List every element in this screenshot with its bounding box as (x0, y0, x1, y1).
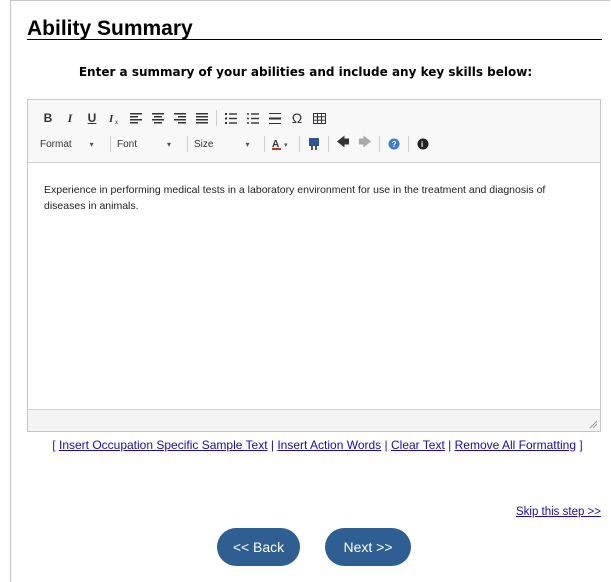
toolbar-separator (216, 110, 217, 126)
toolbar-separator (379, 136, 380, 152)
toolbar-separator (187, 136, 188, 152)
align-justify-icon[interactable] (194, 109, 210, 127)
editor-content-area[interactable]: Experience in performing medical tests i… (44, 182, 584, 214)
undo-icon[interactable]: 🡄 (335, 134, 351, 153)
svg-text:▾: ▾ (284, 142, 288, 149)
size-dropdown[interactable]: Size ▾ (194, 139, 260, 150)
format-dropdown-label: Format (40, 138, 72, 150)
svg-text:i: i (421, 140, 423, 149)
instruction-text: Enter a summary of your abilities and in… (78, 65, 533, 79)
toolbar-separator (264, 136, 265, 152)
page-title: Ability Summary (27, 17, 193, 40)
toolbar-separator (299, 136, 300, 152)
link-separator: | (448, 438, 452, 452)
next-button[interactable]: Next >> (325, 528, 411, 566)
back-button[interactable]: << Back (217, 528, 300, 566)
text-color-icon[interactable]: A ▾ (271, 135, 293, 153)
numbered-list-icon[interactable] (223, 109, 239, 127)
link-separator: | (270, 438, 274, 452)
insert-sample-text-link[interactable]: Insert Occupation Specific Sample Text (59, 438, 268, 452)
chevron-down-icon: ▾ (167, 139, 172, 149)
resize-handle-icon[interactable] (589, 420, 597, 428)
rich-text-editor: B I U Ix Ω Format ▾ Font ▾ Size ▾ A ▾ 🡄 … (27, 99, 601, 432)
chevron-down-icon: ▾ (89, 139, 94, 149)
chevron-down-icon: ▾ (245, 139, 250, 149)
editor-action-links: [ Insert Occupation Specific Sample Text… (50, 437, 585, 454)
skip-step-link[interactable]: Skip this step >> (516, 506, 601, 518)
insert-action-words-link[interactable]: Insert Action Words (277, 438, 381, 452)
font-dropdown-label: Font (117, 138, 138, 150)
horizontal-line-icon[interactable] (267, 109, 283, 127)
svg-text:x: x (115, 120, 118, 124)
font-dropdown[interactable]: Font ▾ (117, 139, 183, 150)
align-left-icon[interactable] (128, 109, 144, 127)
align-center-icon[interactable] (150, 109, 166, 127)
redo-icon[interactable]: 🡆 (357, 134, 373, 153)
bracket-open: [ (52, 438, 56, 452)
underline-icon[interactable]: U (84, 109, 100, 127)
toolbar-row-2: Format ▾ Font ▾ Size ▾ A ▾ 🡄 🡆 ? i (40, 134, 437, 153)
editor-statusbar (28, 409, 600, 431)
remove-all-formatting-link[interactable]: Remove All Formatting (455, 438, 576, 452)
format-dropdown[interactable]: Format ▾ (40, 139, 106, 150)
toolbar-row-1: B I U Ix Ω (40, 109, 333, 127)
special-character-icon[interactable]: Ω (289, 109, 305, 127)
bracket-close: ] (579, 438, 583, 452)
bold-icon[interactable]: B (40, 109, 56, 127)
clear-text-link[interactable]: Clear Text (391, 438, 445, 452)
align-right-icon[interactable] (172, 109, 188, 127)
help-icon[interactable]: ? (386, 135, 402, 153)
remove-format-icon[interactable]: Ix (106, 109, 122, 127)
table-icon[interactable] (311, 109, 327, 127)
editor-toolbar: B I U Ix Ω Format ▾ Font ▾ Size ▾ A ▾ 🡄 … (28, 100, 600, 163)
size-dropdown-label: Size (194, 138, 214, 150)
title-underline (27, 39, 602, 40)
about-icon[interactable]: i (415, 135, 431, 153)
paste-from-word-icon[interactable] (306, 135, 322, 153)
italic-icon[interactable]: I (62, 109, 78, 127)
bulleted-list-icon[interactable] (245, 109, 261, 127)
svg-text:I: I (108, 113, 114, 124)
link-separator: | (384, 438, 388, 452)
svg-text:?: ? (392, 140, 397, 149)
toolbar-separator (408, 136, 409, 152)
toolbar-separator (110, 136, 111, 152)
toolbar-separator (328, 136, 329, 152)
